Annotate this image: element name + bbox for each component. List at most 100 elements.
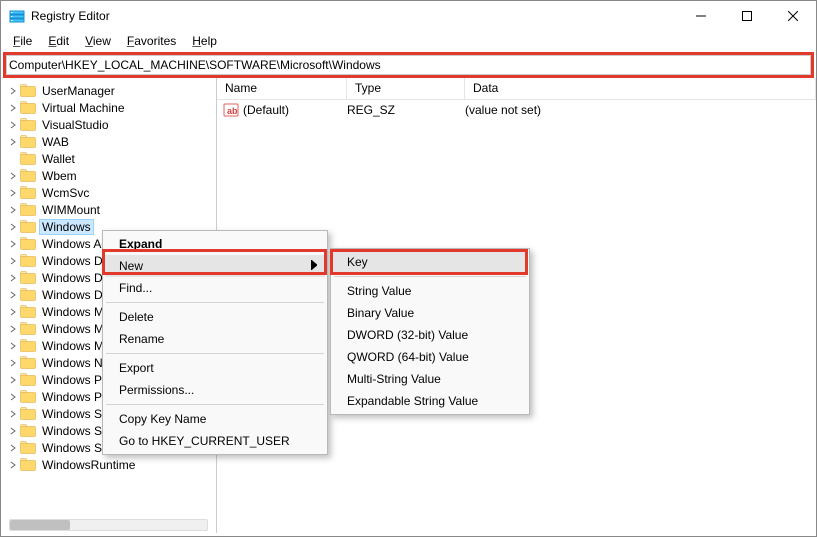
folder-icon [20,186,36,199]
folder-icon [20,135,36,148]
menu-item-qword-64-bit-value[interactable]: QWORD (64-bit) Value [333,346,527,368]
menu-file[interactable]: File [5,32,40,50]
expand-icon[interactable] [7,442,18,453]
expand-icon[interactable] [7,119,18,130]
tree-item[interactable]: Virtual Machine [1,99,216,116]
tree-item-label: UserManager [40,84,117,98]
menu-item-find[interactable]: Find... [105,277,325,299]
menu-item-dword-32-bit-value[interactable]: DWORD (32-bit) Value [333,324,527,346]
expand-icon[interactable] [7,391,18,402]
scrollbar-thumb[interactable] [10,520,70,530]
close-button[interactable] [770,1,816,31]
tree-horizontal-scrollbar[interactable] [9,519,208,531]
expand-icon[interactable] [7,306,18,317]
folder-icon [20,152,36,165]
tree-item-label: WcmSvc [40,186,91,200]
tree-item[interactable]: WcmSvc [1,184,216,201]
value-row[interactable]: ab(Default)REG_SZ(value not set) [217,100,816,120]
menu-item-binary-value[interactable]: Binary Value [333,302,527,324]
tree-item-label: Windows [40,220,93,234]
folder-icon [20,407,36,420]
expand-icon[interactable] [7,221,18,232]
expand-icon[interactable] [7,272,18,283]
value-type: REG_SZ [347,103,465,117]
folder-icon [20,441,36,454]
col-data[interactable]: Data [465,78,816,99]
window-titlebar: Registry Editor [1,1,816,31]
tree-item-label: Virtual Machine [40,101,127,115]
minimize-button[interactable] [678,1,724,31]
expand-icon[interactable] [7,255,18,266]
folder-icon [20,84,36,97]
menu-help[interactable]: Help [184,32,225,50]
expand-icon[interactable] [7,374,18,385]
menu-item-expandable-string-value[interactable]: Expandable String Value [333,390,527,412]
folder-icon [20,305,36,318]
tree-item[interactable]: Wbem [1,167,216,184]
menu-item-export[interactable]: Export [105,357,325,379]
folder-icon [20,254,36,267]
expand-icon[interactable] [7,323,18,334]
expand-icon[interactable] [7,289,18,300]
folder-icon [20,203,36,216]
folder-icon [20,424,36,437]
tree-item[interactable]: Wallet [1,150,216,167]
tree-item[interactable]: UserManager [1,82,216,99]
expand-icon[interactable] [7,425,18,436]
folder-icon [20,373,36,386]
window-controls [678,1,816,31]
tree-item[interactable]: VisualStudio [1,116,216,133]
menu-item-permissions[interactable]: Permissions... [105,379,325,401]
value-list-header[interactable]: Name Type Data [217,78,816,100]
expand-icon[interactable] [7,187,18,198]
folder-icon [20,169,36,182]
expand-icon[interactable] [7,357,18,368]
context-menu[interactable]: ExpandNewFind... DeleteRename ExportPermis… [102,230,328,455]
menu-item-go-to-hkey-current-user[interactable]: Go to HKEY_CURRENT_USER [105,430,325,452]
address-bar[interactable]: Computer\HKEY_LOCAL_MACHINE\SOFTWARE\Mic… [6,55,811,75]
tree-item[interactable]: WindowsRuntime [1,456,216,473]
folder-icon [20,322,36,335]
folder-icon [20,101,36,114]
context-submenu-new[interactable]: Key String ValueBinary ValueDWORD (32-bit… [330,248,530,415]
menu-item-rename[interactable]: Rename [105,328,325,350]
expand-icon[interactable] [7,204,18,215]
menu-view[interactable]: View [77,32,119,50]
tree-item-label: WindowsRuntime [40,458,137,472]
expand-icon[interactable] [7,85,18,96]
menu-item-delete[interactable]: Delete [105,306,325,328]
folder-icon [20,390,36,403]
tree-item[interactable]: WIMMount [1,201,216,218]
tree-item-label: VisualStudio [40,118,111,132]
expand-icon[interactable] [7,408,18,419]
menu-favorites[interactable]: Favorites [119,32,184,50]
expand-icon[interactable] [7,459,18,470]
regedit-icon [9,8,25,24]
folder-icon [20,237,36,250]
expand-icon[interactable] [7,136,18,147]
tree-item[interactable]: WAB [1,133,216,150]
menu-edit[interactable]: Edit [40,32,77,50]
tree-item-label: Wallet [40,152,77,166]
menu-item-copy-key-name[interactable]: Copy Key Name [105,408,325,430]
folder-icon [20,220,36,233]
window-title: Registry Editor [31,9,678,23]
folder-icon [20,458,36,471]
col-name[interactable]: Name [217,78,347,99]
svg-text:ab: ab [227,106,238,116]
col-type[interactable]: Type [347,78,465,99]
folder-icon [20,271,36,284]
menu-item-string-value[interactable]: String Value [333,280,527,302]
expand-icon[interactable] [7,238,18,249]
expand-icon[interactable] [7,170,18,181]
menu-item-expand[interactable]: Expand [105,233,325,255]
menu-item-multi-string-value[interactable]: Multi-String Value [333,368,527,390]
expand-icon[interactable] [7,102,18,113]
menu-item-new[interactable]: New [105,255,325,277]
menu-item-key[interactable]: Key [333,251,527,273]
expand-icon[interactable] [7,340,18,351]
tree-item-label: WAB [40,135,71,149]
maximize-button[interactable] [724,1,770,31]
tree-item-label: Wbem [40,169,79,183]
folder-icon [20,118,36,131]
